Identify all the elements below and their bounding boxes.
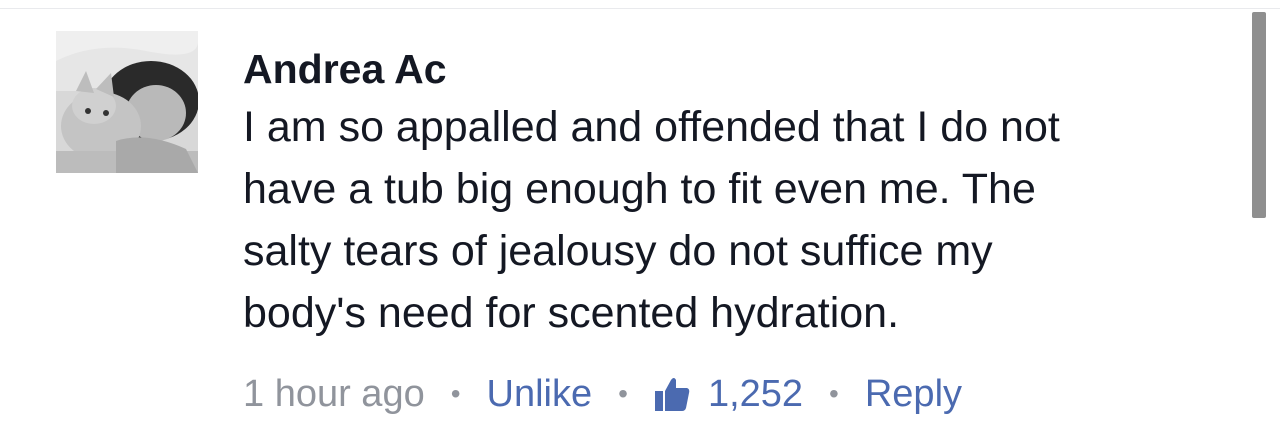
comment-text: I am so appalled and offended that I do … — [243, 96, 1203, 344]
comment-text-line: body's need for scented hydration. — [243, 289, 900, 337]
unlike-button[interactable]: Unlike — [487, 373, 593, 416]
comment-timestamp[interactable]: 1 hour ago — [243, 373, 425, 416]
comment-text-line: salty tears of jealousy do not suffice m… — [243, 227, 993, 275]
avatar-photo — [56, 31, 198, 173]
separator-dot: • — [829, 378, 839, 409]
like-count: 1,252 — [707, 372, 804, 415]
thumbs-up-icon — [654, 378, 690, 411]
comment-page: Andrea Ac I am so appalled and offended … — [0, 0, 1280, 436]
comment-text-line: have a tub big enough to fit even me. Th… — [243, 165, 1036, 213]
avatar[interactable] — [56, 31, 198, 173]
separator-dot: • — [450, 378, 461, 409]
comment-actions: 1 hour ago • Unlike • 1,252 • Reply — [243, 368, 962, 420]
separator-dot: • — [618, 378, 628, 409]
reply-button[interactable]: Reply — [865, 373, 962, 416]
top-divider — [0, 8, 1280, 9]
comment-body: Andrea Ac I am so appalled and offended … — [243, 44, 1233, 344]
like-count-button[interactable]: 1,252 — [654, 373, 803, 416]
scrollbar-thumb[interactable] — [1252, 12, 1266, 218]
comment-text-line: I am so appalled and offended that I do … — [243, 103, 1060, 151]
comment-author[interactable]: Andrea Ac — [243, 44, 1233, 94]
